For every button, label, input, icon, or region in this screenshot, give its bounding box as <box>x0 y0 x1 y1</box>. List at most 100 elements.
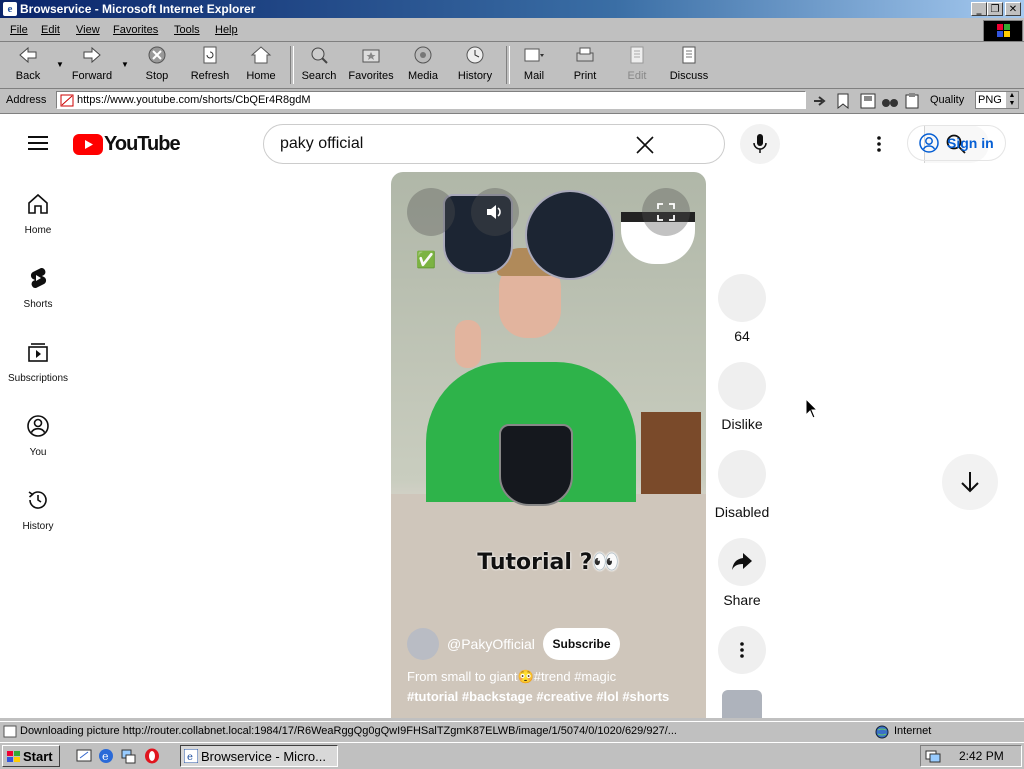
print-button[interactable]: Print <box>568 46 602 82</box>
video-description-line2[interactable]: #tutorial #backstage #creative #lol #sho… <box>407 689 669 704</box>
forward-button[interactable]: Forward <box>70 46 114 82</box>
search-box[interactable]: paky official <box>263 124 989 164</box>
quality-select[interactable]: PNG ▲ ▼ <box>975 91 1019 109</box>
go-arrow-icon[interactable] <box>812 93 830 109</box>
network-icon[interactable] <box>120 748 136 764</box>
youtube-logo[interactable]: YouTube <box>73 132 181 156</box>
address-input[interactable]: https://www.youtube.com/shorts/CbQEr4R8g… <box>56 91 806 109</box>
start-button[interactable]: Start <box>2 745 60 767</box>
comments-label: Disabled <box>714 504 770 520</box>
close-button[interactable]: ✕ <box>1005 2 1021 16</box>
share-button[interactable] <box>718 538 766 586</box>
voice-search-button[interactable] <box>740 124 780 164</box>
tray-network-icon[interactable] <box>925 748 941 764</box>
search-input[interactable]: paky official <box>280 135 363 153</box>
history-clock-icon <box>28 491 47 509</box>
shorts-icon <box>30 267 47 289</box>
media-button[interactable]: Media <box>405 46 441 82</box>
toolbar-separator <box>290 46 294 84</box>
comments-button[interactable] <box>718 450 766 498</box>
menu-help[interactable]: Help <box>215 24 238 36</box>
subscriptions-icon <box>28 343 48 362</box>
like-button[interactable] <box>718 274 766 322</box>
minimize-button[interactable]: _ <box>971 2 987 16</box>
ie-icon: e <box>3 2 17 16</box>
video-caption: Tutorial ?👀 <box>477 550 620 575</box>
nav-history[interactable]: History <box>0 488 76 532</box>
more-vertical-icon <box>740 642 744 658</box>
channel-handle[interactable]: @PakyOfficial <box>447 636 535 652</box>
save-icon[interactable] <box>860 93 876 109</box>
youtube-play-icon <box>73 134 103 155</box>
back-dropdown-icon[interactable]: ▼ <box>56 60 64 69</box>
history-button[interactable]: History <box>455 46 495 82</box>
nav-home[interactable]: Home <box>0 192 76 236</box>
menu-favorites[interactable]: Favorites <box>113 24 158 36</box>
mail-icon <box>524 48 544 62</box>
forward-arrow-icon <box>83 46 101 64</box>
volume-button[interactable] <box>471 188 519 236</box>
clear-search-icon[interactable] <box>636 136 654 154</box>
ie-window-icon: e <box>184 749 198 763</box>
account-circle-icon <box>919 133 939 153</box>
clock[interactable]: 2:42 PM <box>959 749 1004 763</box>
refresh-button[interactable]: Refresh <box>188 46 232 82</box>
home-icon <box>28 193 48 214</box>
clipboard-icon[interactable] <box>904 93 920 109</box>
maximize-button[interactable]: ❐ <box>987 2 1003 16</box>
search-button[interactable]: Search <box>300 46 338 82</box>
nav-shorts[interactable]: Shorts <box>0 266 76 310</box>
you-account-icon <box>27 415 49 437</box>
sign-in-button[interactable]: Sign in <box>907 125 1006 161</box>
shorts-video-player[interactable]: ✅ Tutorial ?👀 @PakyOfficial Subscribe Fr… <box>391 172 706 718</box>
dislike-button[interactable] <box>718 362 766 410</box>
menu-edit[interactable]: Edit <box>41 24 60 36</box>
address-label: Address <box>6 94 47 106</box>
discuss-button[interactable]: Discuss <box>669 46 709 82</box>
web-page: YouTube paky official Sign in Home Short… <box>0 114 1024 718</box>
sound-thumbnail[interactable] <box>722 690 762 718</box>
more-options-icon[interactable] <box>876 135 882 153</box>
page-loading-icon <box>3 725 17 738</box>
stop-button[interactable]: Stop <box>141 46 173 82</box>
favorites-button[interactable]: Favorites <box>345 46 397 82</box>
mouse-cursor-icon <box>805 398 819 419</box>
share-arrow-icon <box>732 553 752 570</box>
menu-hamburger-icon[interactable] <box>28 135 48 151</box>
opera-icon[interactable] <box>144 748 160 764</box>
home-button[interactable]: Home <box>244 46 278 82</box>
quality-spinner-icon[interactable]: ▲ ▼ <box>1006 92 1018 108</box>
chair-back <box>641 412 701 502</box>
taskbar: Start e e Browservice - Micro... 2:42 PM <box>0 742 1024 769</box>
status-bar: Downloading picture http://router.collab… <box>0 721 1024 742</box>
find-binoculars-icon[interactable] <box>881 93 899 109</box>
title-bar: e Browservice - Microsoft Internet Explo… <box>0 0 1024 18</box>
next-video-button[interactable] <box>942 454 998 510</box>
play-pause-button[interactable] <box>407 188 455 236</box>
forward-dropdown-icon[interactable]: ▼ <box>121 60 129 69</box>
menu-file[interactable]: File <box>10 24 28 36</box>
arrow-down-icon <box>961 472 979 493</box>
svg-text:e: e <box>102 750 109 763</box>
show-desktop-icon[interactable] <box>76 748 92 764</box>
mail-button[interactable]: Mail <box>516 46 552 82</box>
nav-you[interactable]: You <box>0 414 76 458</box>
refresh-icon <box>203 46 217 64</box>
checkmark-emoji: ✅ <box>416 252 436 269</box>
back-button[interactable]: Back <box>12 46 44 82</box>
fullscreen-button[interactable] <box>642 188 690 236</box>
menu-tools[interactable]: Tools <box>174 24 200 36</box>
bookmark-icon[interactable] <box>836 93 850 109</box>
menu-bar: File Edit View Favorites Tools Help <box>0 19 1024 42</box>
toolbar-separator <box>506 46 510 84</box>
nav-subscriptions[interactable]: Subscriptions <box>0 340 76 384</box>
taskbar-item-browservice[interactable]: e Browservice - Micro... <box>180 745 338 767</box>
subscribe-button[interactable]: Subscribe <box>543 628 620 660</box>
windows-logo-icon <box>983 20 1023 42</box>
ie-quicklaunch-icon[interactable]: e <box>98 748 114 764</box>
fishbowl-image <box>525 190 615 280</box>
channel-avatar[interactable] <box>407 628 439 660</box>
more-actions-button[interactable] <box>718 626 766 674</box>
edit-button[interactable]: Edit <box>622 46 652 82</box>
menu-view[interactable]: View <box>76 24 100 36</box>
